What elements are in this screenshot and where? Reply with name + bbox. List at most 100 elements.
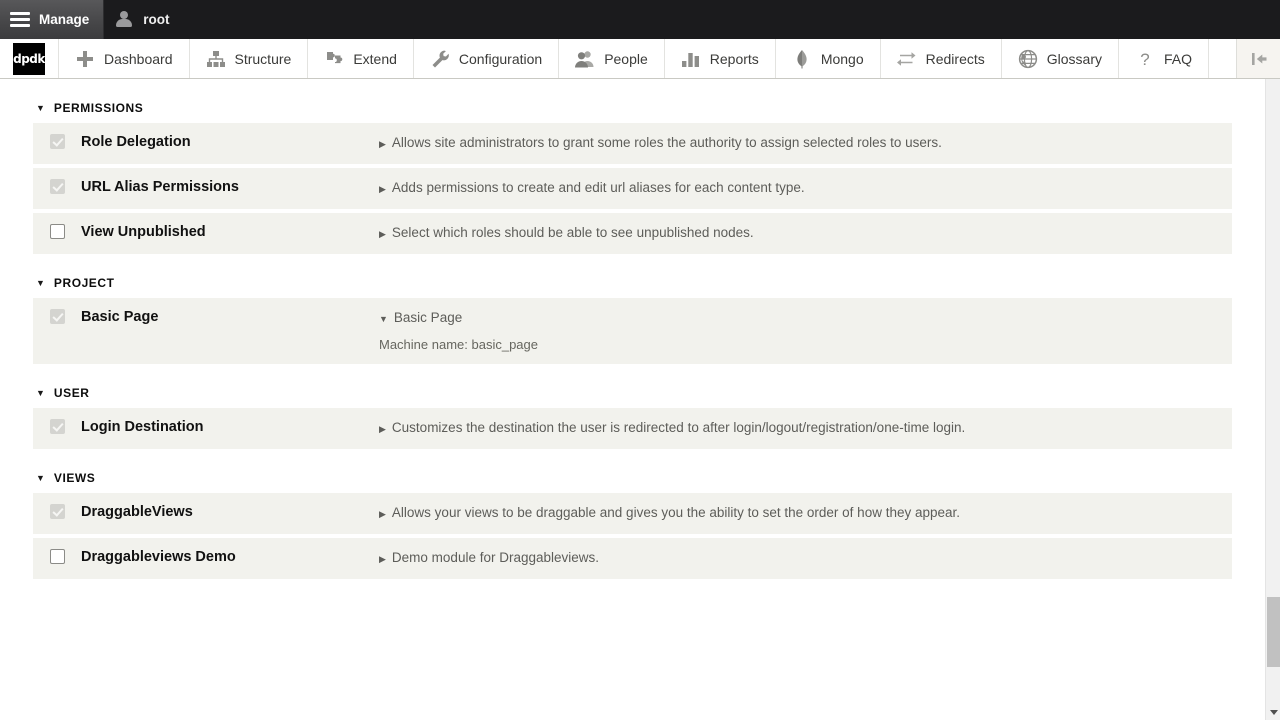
- module-checkbox-cell: [33, 223, 81, 239]
- toolbar-label-people: People: [604, 50, 648, 67]
- module-enable-checkbox[interactable]: [49, 549, 65, 564]
- module-enable-checkbox[interactable]: [49, 504, 65, 519]
- module-checkbox-cell: [33, 308, 81, 324]
- description-expand-caret-icon[interactable]: ▶: [379, 509, 386, 519]
- user-icon: [116, 11, 133, 28]
- module-checkbox-cell: [33, 178, 81, 194]
- section-title: PERMISSIONS: [53, 101, 144, 115]
- module-name: DraggableViews: [81, 504, 193, 520]
- module-name: Basic Page: [81, 309, 159, 325]
- module-description: Adds permissions to create and edit url …: [391, 180, 805, 195]
- section-title: USER: [53, 386, 90, 400]
- toolbar-item-configuration[interactable]: Configuration: [412, 39, 559, 78]
- module-enable-checkbox[interactable]: [49, 419, 65, 434]
- module-row: Basic Page ▼ Basic Page Machine name: basic…: [33, 298, 1232, 364]
- module-name: Login Destination: [81, 419, 204, 435]
- module-row: DraggableViews ▶ Allows your views to be d…: [33, 493, 1232, 534]
- module-description-cell: ▶ Allows site administrators to grant som…: [379, 133, 1232, 154]
- toolbar-collapse-button[interactable]: [1236, 39, 1280, 78]
- admin-bar: Manage root: [0, 0, 1280, 39]
- module-description: Basic Page: [393, 310, 463, 325]
- toolbar-item-structure[interactable]: Structure: [188, 39, 308, 78]
- toolbar-label-redirects: Redirects: [925, 50, 985, 67]
- module-name: Role Delegation: [81, 134, 191, 150]
- module-enable-checkbox[interactable]: [49, 224, 65, 239]
- redirect-arrows-icon: [896, 51, 916, 66]
- section-collapse-caret-icon[interactable]: ▼: [36, 278, 45, 288]
- module-description-cell: ▼ Basic Page Machine name: basic_page: [379, 308, 1232, 354]
- module-description: Allows site administrators to grant some…: [391, 135, 942, 150]
- modules-list: ▼ PERMISSIONS Role Delegation ▶ Allows site …: [0, 79, 1265, 720]
- toolbar-label-dashboard: Dashboard: [104, 50, 173, 67]
- module-enable-checkbox[interactable]: [49, 134, 65, 149]
- globe-icon: [1018, 49, 1037, 68]
- people-icon: [575, 50, 594, 67]
- hamburger-icon: [10, 12, 30, 27]
- toolbar-item-dashboard[interactable]: Dashboard: [58, 39, 189, 78]
- section-header[interactable]: ▼ VIEWS: [0, 463, 1265, 493]
- module-checkbox-cell: [33, 503, 81, 519]
- section-collapse-caret-icon[interactable]: ▼: [36, 388, 45, 398]
- bar-chart-icon: [681, 52, 699, 67]
- module-row: Draggableviews Demo ▶ Demo module for Drag…: [33, 538, 1232, 579]
- module-row: View Unpublished ▶ Select which roles shou…: [33, 213, 1232, 254]
- structure-tree-icon: [206, 50, 225, 67]
- description-expand-caret-icon[interactable]: ▶: [379, 229, 386, 239]
- toolbar-label-faq: FAQ: [1164, 50, 1193, 67]
- site-logo-wrap[interactable]: dpdk: [0, 39, 58, 78]
- module-enable-checkbox[interactable]: [49, 179, 65, 194]
- section-header[interactable]: ▼ USER: [0, 378, 1265, 408]
- module-description-cell: ▶ Customizes the destination the user is …: [379, 418, 1232, 439]
- manage-menu-button[interactable]: Manage: [0, 0, 104, 39]
- toolbar-spacer: [1208, 39, 1236, 78]
- module-name: URL Alias Permissions: [81, 179, 239, 195]
- toolbar-label-structure: Structure: [234, 50, 292, 67]
- toolbar-label-configuration: Configuration: [458, 50, 543, 67]
- module-description-cell: ▶ Allows your views to be draggable and g…: [379, 503, 1232, 524]
- section-collapse-caret-icon[interactable]: ▼: [36, 103, 45, 113]
- module-enable-checkbox[interactable]: [49, 309, 65, 324]
- description-expand-caret-icon[interactable]: ▶: [379, 424, 386, 434]
- scrollbar-thumb[interactable]: [1267, 597, 1280, 667]
- toolbar-item-people[interactable]: People: [558, 39, 664, 78]
- toolbar-label-reports: Reports: [709, 50, 759, 67]
- module-description: Select which roles should be able to see…: [391, 225, 754, 240]
- description-expand-caret-icon[interactable]: ▶: [379, 554, 386, 564]
- scrollbar-down-arrow[interactable]: [1266, 705, 1280, 719]
- section-title: PROJECT: [53, 276, 115, 290]
- toolbar-item-faq[interactable]: ? FAQ: [1118, 39, 1209, 78]
- mongo-leaf-icon: [797, 49, 807, 68]
- module-machine-name: Machine name: basic_page: [379, 337, 538, 352]
- page-scrollbar[interactable]: [1265, 79, 1280, 720]
- module-row: URL Alias Permissions ▶ Adds permissions t…: [33, 168, 1232, 209]
- section-header[interactable]: ▼ PERMISSIONS: [0, 93, 1265, 123]
- module-checkbox-cell: [33, 548, 81, 564]
- user-account-button[interactable]: root: [103, 0, 183, 39]
- module-description-cell: ▶ Select which roles should be able to se…: [379, 223, 1232, 244]
- toolbar-label-mongo: Mongo: [820, 50, 864, 67]
- description-expand-caret-icon[interactable]: ▶: [379, 139, 386, 149]
- toolbar-item-reports[interactable]: Reports: [663, 39, 775, 78]
- section-header[interactable]: ▼ PROJECT: [0, 268, 1265, 298]
- wrench-icon: [432, 50, 449, 67]
- plus-icon: [77, 50, 93, 67]
- module-description: Customizes the destination the user is r…: [391, 420, 966, 435]
- svg-text:?: ?: [1140, 50, 1149, 69]
- toolbar-label-extend: Extend: [353, 50, 397, 67]
- toolbar-item-redirects[interactable]: Redirects: [879, 39, 1001, 78]
- module-checkbox-cell: [33, 418, 81, 434]
- description-expand-caret-icon[interactable]: ▼: [379, 314, 388, 324]
- description-expand-caret-icon[interactable]: ▶: [379, 184, 386, 194]
- site-logo: dpdk: [13, 42, 45, 75]
- toolbar-item-glossary[interactable]: Glossary: [1000, 39, 1118, 78]
- puzzle-piece-icon: [327, 51, 343, 63]
- toolbar-label-glossary: Glossary: [1046, 50, 1102, 67]
- module-checkbox-cell: [33, 133, 81, 149]
- section-collapse-caret-icon[interactable]: ▼: [36, 473, 45, 483]
- module-name: Draggableviews Demo: [81, 549, 236, 565]
- toolbar-item-mongo[interactable]: Mongo: [774, 39, 880, 78]
- manage-menu-label: Manage: [39, 12, 90, 27]
- toolbar-item-extend[interactable]: Extend: [307, 39, 413, 78]
- user-account-label: root: [143, 12, 170, 27]
- question-mark-icon: ?: [1140, 50, 1149, 69]
